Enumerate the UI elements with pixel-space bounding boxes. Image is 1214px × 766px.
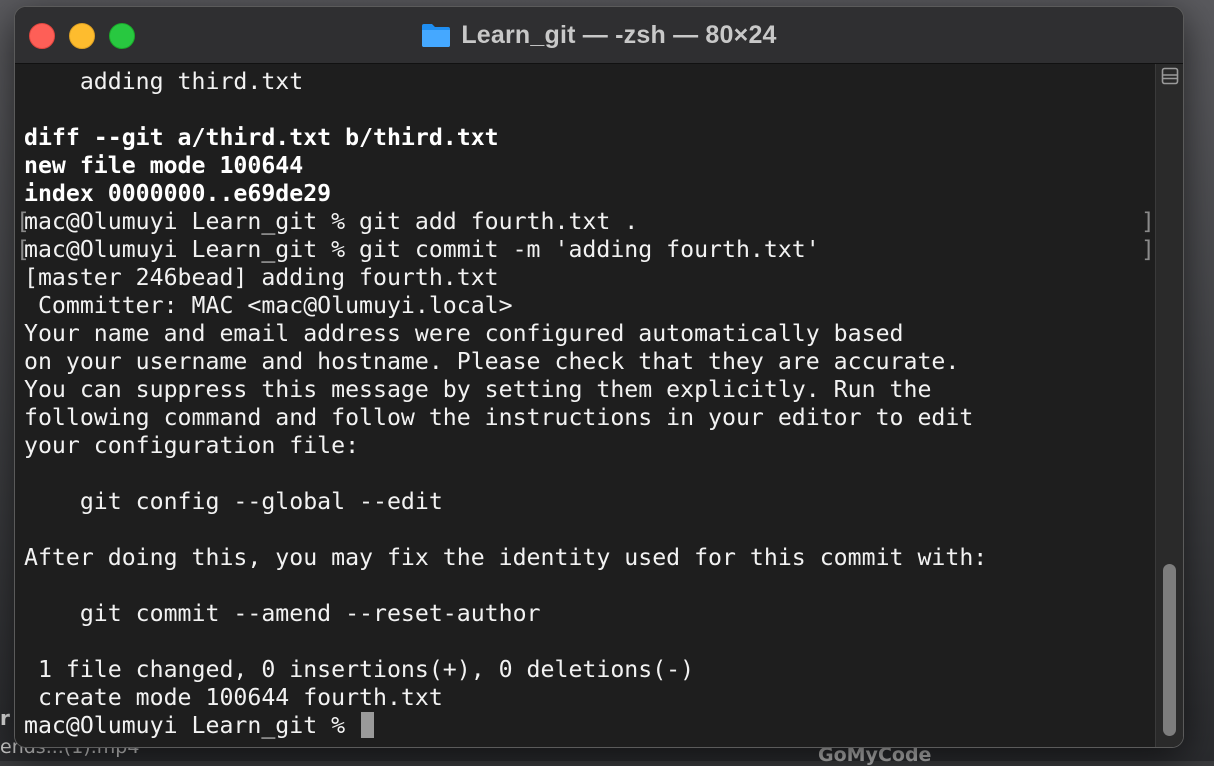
mark-bracket-right: ]: [1141, 237, 1155, 263]
terminal-line-text: Your name and email address were configu…: [24, 320, 904, 347]
terminal-line-text: your configuration file:: [24, 432, 360, 459]
terminal-line: new file mode 100644: [24, 152, 987, 180]
terminal-line-text: Committer: MAC <mac@Olumuyi.local>: [24, 292, 513, 319]
terminal-line: create mode 100644 fourth.txt: [24, 684, 987, 712]
terminal-line: diff --git a/third.txt b/third.txt: [24, 124, 987, 152]
terminal-output[interactable]: adding third.txt diff --git a/third.txt b…: [15, 64, 1183, 747]
mark-bracket-left: [: [16, 237, 30, 263]
mark-bracket-right: ]: [1141, 209, 1155, 235]
terminal-line: git config --global --edit: [24, 488, 987, 516]
terminal-line-text: index 0000000..e69de29: [24, 180, 332, 207]
terminal-line: Committer: MAC <mac@Olumuyi.local>: [24, 292, 987, 320]
terminal-line-text: You can suppress this message by setting…: [24, 376, 932, 403]
desktop-text-fragment: r: [0, 706, 10, 730]
mark-bracket-left: [: [16, 209, 30, 235]
terminal-line: git commit --amend --reset-author: [24, 600, 987, 628]
terminal-line-text: After doing this, you may fix the identi…: [24, 544, 988, 571]
terminal-line-text: 1 file changed, 0 insertions(+), 0 delet…: [24, 656, 695, 683]
terminal-line: index 0000000..e69de29: [24, 180, 987, 208]
terminal-line: mac@Olumuyi Learn_git % git commit -m 'a…: [24, 236, 987, 264]
terminal-line: Your name and email address were configu…: [24, 320, 987, 348]
window-title: Learn_git — -zsh — 80×24: [461, 20, 777, 49]
terminal-line-text: git config --global --edit: [24, 488, 443, 515]
terminal-line-text: git commit --amend --reset-author: [24, 600, 541, 627]
terminal-line: adding third.txt: [24, 68, 987, 96]
terminal-line-text: mac@Olumuyi Learn_git % git commit -m 'a…: [24, 236, 820, 263]
text-cursor: [361, 712, 375, 738]
window-title-group: Learn_git — -zsh — 80×24: [15, 7, 1183, 63]
terminal-line-text: on your username and hostname. Please ch…: [24, 348, 960, 375]
terminal-line-text: [master 246bead] adding fourth.txt: [24, 264, 499, 291]
sidebar-toggle-icon[interactable]: [1161, 67, 1179, 85]
terminal-line: [master 246bead] adding fourth.txt: [24, 264, 987, 292]
title-bar[interactable]: Learn_git — -zsh — 80×24: [15, 7, 1183, 64]
terminal-line: on your username and hostname. Please ch…: [24, 348, 987, 376]
terminal-line-text: diff --git a/third.txt b/third.txt: [24, 124, 499, 151]
terminal-line-text: adding third.txt: [24, 68, 304, 95]
folder-icon: [421, 22, 451, 48]
terminal-window: Learn_git — -zsh — 80×24 adding third.tx…: [14, 6, 1184, 748]
terminal-line-text: create mode 100644 fourth.txt: [24, 684, 443, 711]
terminal-lines: adding third.txt diff --git a/third.txt b…: [24, 68, 987, 740]
terminal-line: following command and follow the instruc…: [24, 404, 987, 432]
prompt-line[interactable]: mac@Olumuyi Learn_git %: [24, 712, 987, 740]
terminal-line-text: mac@Olumuyi Learn_git %: [24, 712, 360, 739]
terminal-line: You can suppress this message by setting…: [24, 376, 987, 404]
terminal-line: your configuration file:: [24, 432, 987, 460]
scrollbar-thumb[interactable]: [1163, 564, 1176, 736]
terminal-line: 1 file changed, 0 insertions(+), 0 delet…: [24, 656, 987, 684]
terminal-line-text: following command and follow the instruc…: [24, 404, 974, 431]
terminal-line: mac@Olumuyi Learn_git % git add fourth.t…: [24, 208, 987, 236]
terminal-line-text: mac@Olumuyi Learn_git % git add fourth.t…: [24, 208, 639, 235]
terminal-line-text: new file mode 100644: [24, 152, 304, 179]
terminal-line: After doing this, you may fix the identi…: [24, 544, 987, 572]
